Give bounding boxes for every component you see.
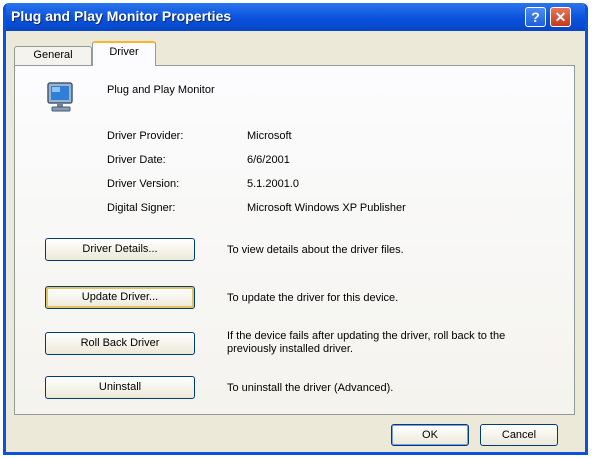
uninstall-description: To uninstall the driver (Advanced). — [227, 382, 394, 394]
ok-button[interactable]: OK — [391, 424, 469, 446]
driver-date-label: Driver Date: — [107, 154, 166, 166]
driver-version-label: Driver Version: — [107, 178, 180, 190]
tab-general[interactable]: General — [14, 46, 92, 65]
digital-signer-label: Digital Signer: — [107, 202, 176, 214]
driver-details-button[interactable]: Driver Details... — [45, 238, 195, 261]
digital-signer-value: Microsoft Windows XP Publisher — [247, 202, 406, 214]
monitor-icon — [47, 82, 73, 112]
driver-provider-label: Driver Provider: — [107, 130, 184, 142]
title-bar[interactable]: Plug and Play Monitor Properties ? ✕ — [6, 3, 585, 31]
roll-back-driver-button[interactable]: Roll Back Driver — [45, 332, 195, 355]
help-button[interactable]: ? — [525, 7, 546, 27]
cancel-button[interactable]: Cancel — [480, 424, 558, 446]
update-driver-button[interactable]: Update Driver... — [45, 286, 195, 309]
update-driver-description: To update the driver for this device. — [227, 292, 399, 304]
roll-back-driver-description: If the device fails after updating the d… — [227, 330, 506, 355]
device-name: Plug and Play Monitor — [107, 84, 215, 96]
uninstall-button[interactable]: Uninstall — [45, 376, 195, 399]
properties-dialog: Plug and Play Monitor Properties ? ✕ Gen… — [3, 3, 588, 455]
driver-provider-value: Microsoft — [247, 130, 292, 142]
tab-driver[interactable]: Driver — [92, 41, 156, 66]
driver-date-value: 6/6/2001 — [247, 154, 290, 166]
close-button[interactable]: ✕ — [550, 7, 571, 27]
driver-tab-panel: Plug and Play Monitor Driver Provider: M… — [14, 65, 575, 415]
driver-version-value: 5.1.2001.0 — [247, 178, 299, 190]
driver-details-description: To view details about the driver files. — [227, 244, 404, 256]
window-title: Plug and Play Monitor Properties — [11, 8, 232, 24]
